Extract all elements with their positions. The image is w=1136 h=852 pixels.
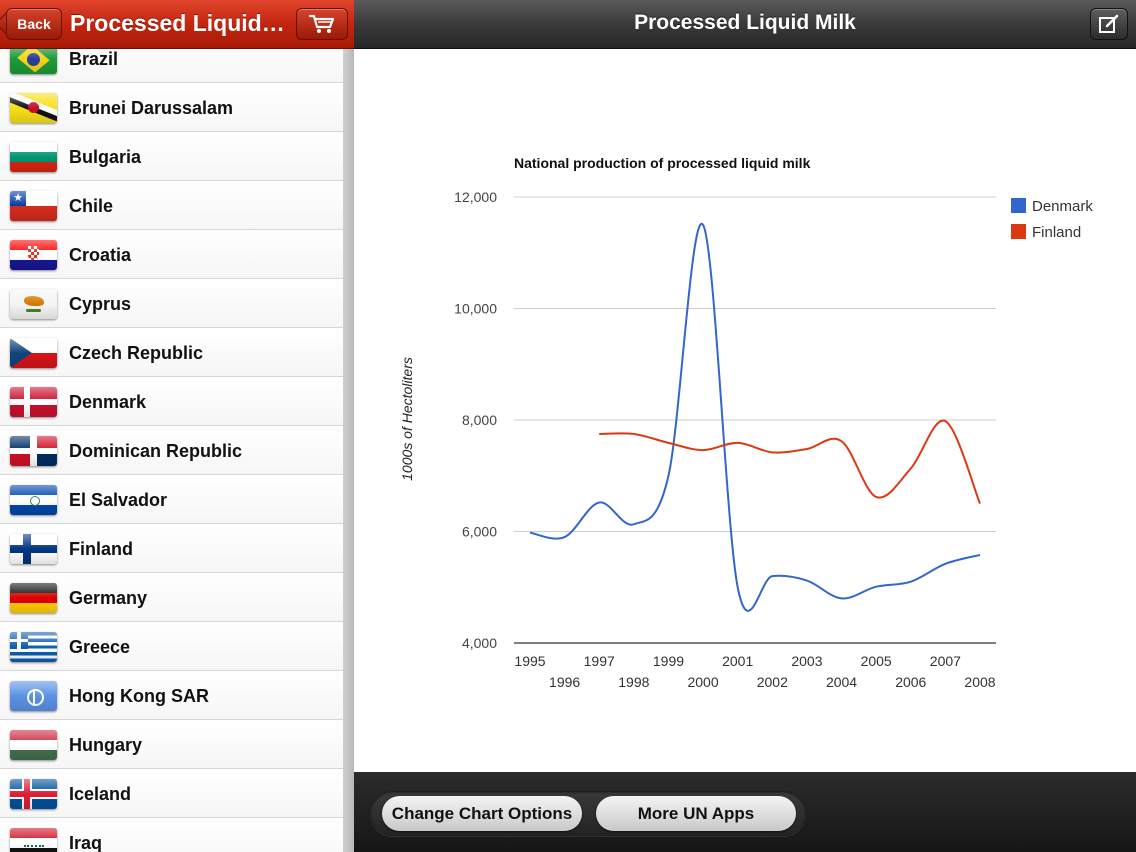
x-tick-label: 2004 (826, 674, 857, 690)
x-tick-label: 2000 (687, 674, 718, 690)
flag-denmark-icon (10, 387, 57, 417)
flag-el-salvador-icon (10, 485, 57, 515)
country-name: Hungary (69, 735, 143, 755)
x-tick-label: 1996 (549, 674, 580, 690)
x-tick-label: 2001 (722, 653, 753, 669)
compose-icon (1099, 14, 1119, 33)
series-line-finland (599, 419, 981, 505)
y-axis-label: 1000s of Hectoliters (399, 357, 415, 481)
x-tick-label: 2002 (757, 674, 788, 690)
country-row[interactable]: Iraq (0, 818, 343, 852)
country-row[interactable]: Greece (0, 622, 343, 671)
country-name: Denmark (69, 392, 147, 412)
flag-cyprus-icon (10, 289, 57, 319)
flag-brunei-icon (10, 93, 57, 123)
panel-divider (343, 48, 354, 852)
cart-button[interactable] (296, 8, 348, 40)
flag-iceland-icon (10, 779, 57, 809)
country-panel: Brazil Brunei Darussalam Bulgaria ★ Chile Cro… (0, 0, 354, 852)
country-row[interactable]: Hong Kong SAR (0, 671, 343, 720)
country-name: Greece (69, 637, 131, 657)
flag-greece-icon (10, 632, 57, 662)
country-row[interactable]: Cyprus (0, 279, 343, 328)
flag-czech-icon (10, 338, 57, 368)
x-tick-label: 2003 (791, 653, 822, 669)
country-row[interactable]: Dominican Republic (0, 426, 343, 475)
y-tick-label: 6,000 (462, 524, 497, 540)
button-group: Change Chart Options More UN Apps (370, 791, 806, 836)
right-nav-bar: Processed Liquid Milk (354, 0, 1136, 49)
page-title: Processed Liquid Milk (634, 11, 856, 34)
detail-panel: Processed Liquid Milk National productio… (354, 0, 1136, 852)
country-name: Dominican Republic (69, 441, 243, 461)
x-tick-label: 1995 (514, 653, 545, 669)
flag-chile-icon: ★ (10, 191, 57, 221)
country-row[interactable]: Iceland (0, 769, 343, 818)
legend-label: Finland (1032, 224, 1081, 241)
flag-hungary-icon (10, 730, 57, 760)
legend-label: Denmark (1032, 198, 1093, 215)
country-list[interactable]: Brazil Brunei Darussalam Bulgaria ★ Chile Cro… (0, 34, 343, 852)
country-name: Croatia (69, 245, 132, 265)
country-row[interactable]: Brunei Darussalam (0, 83, 343, 132)
line-chart: National production of processed liquid … (399, 155, 1093, 690)
flag-bulgaria-icon (10, 142, 57, 172)
left-nav-bar: Back Processed Liquid Milk (0, 0, 354, 49)
country-row[interactable]: Czech Republic (0, 328, 343, 377)
country-name: Germany (69, 588, 148, 608)
cart-icon (308, 14, 335, 33)
country-name: Finland (69, 539, 133, 559)
country-row[interactable]: Denmark (0, 377, 343, 426)
flag-un-icon (10, 681, 57, 711)
country-name: Czech Republic (69, 343, 204, 363)
country-row[interactable]: El Salvador (0, 475, 343, 524)
x-tick-label: 2007 (930, 653, 961, 669)
left-nav-title: Processed Liquid Milk (70, 10, 290, 36)
back-button[interactable]: Back (6, 8, 62, 40)
country-name: Brunei Darussalam (69, 98, 234, 118)
chart-title: National production of processed liquid … (514, 155, 811, 171)
flag-finland-icon (10, 534, 57, 564)
change-chart-options-button[interactable]: Change Chart Options (382, 796, 582, 831)
country-name: Brazil (69, 49, 119, 69)
country-row[interactable]: Croatia (0, 230, 343, 279)
legend-swatch-denmark (1011, 198, 1026, 213)
country-row[interactable]: ★ Chile (0, 181, 343, 230)
country-row[interactable]: Bulgaria (0, 132, 343, 181)
country-name: Chile (69, 196, 114, 216)
back-button-label: Back (17, 16, 51, 32)
x-tick-label: 2008 (964, 674, 995, 690)
country-name: Iceland (69, 784, 132, 804)
flag-croatia-icon (10, 240, 57, 270)
series-line-denmark (529, 222, 981, 612)
flag-germany-icon (10, 583, 57, 613)
country-name: Hong Kong SAR (69, 686, 209, 706)
change-chart-options-label: Change Chart Options (391, 803, 573, 823)
y-tick-label: 12,000 (454, 189, 497, 205)
flag-dominican-icon (10, 436, 57, 466)
x-tick-label: 2005 (861, 653, 892, 669)
bottom-toolbar: Change Chart Options More UN Apps (354, 772, 1136, 852)
country-name: Cyprus (69, 294, 132, 314)
country-name: El Salvador (69, 490, 168, 510)
chart-container: National production of processed liquid … (354, 49, 1136, 772)
x-tick-label: 2006 (895, 674, 926, 690)
y-tick-label: 10,000 (454, 301, 497, 317)
country-row[interactable]: Hungary (0, 720, 343, 769)
country-name: Iraq (69, 833, 103, 852)
country-row[interactable]: Germany (0, 573, 343, 622)
y-tick-label: 8,000 (462, 412, 497, 428)
compose-button[interactable] (1090, 8, 1128, 40)
more-un-apps-label: More UN Apps (637, 803, 755, 823)
country-name: Bulgaria (69, 147, 142, 167)
legend-swatch-finland (1011, 224, 1026, 239)
x-tick-label: 1998 (618, 674, 649, 690)
more-un-apps-button[interactable]: More UN Apps (596, 796, 796, 831)
flag-iraq-icon (10, 828, 57, 852)
x-tick-label: 1999 (653, 653, 684, 669)
y-tick-label: 4,000 (462, 635, 497, 651)
country-row[interactable]: Finland (0, 524, 343, 573)
x-tick-label: 1997 (584, 653, 615, 669)
